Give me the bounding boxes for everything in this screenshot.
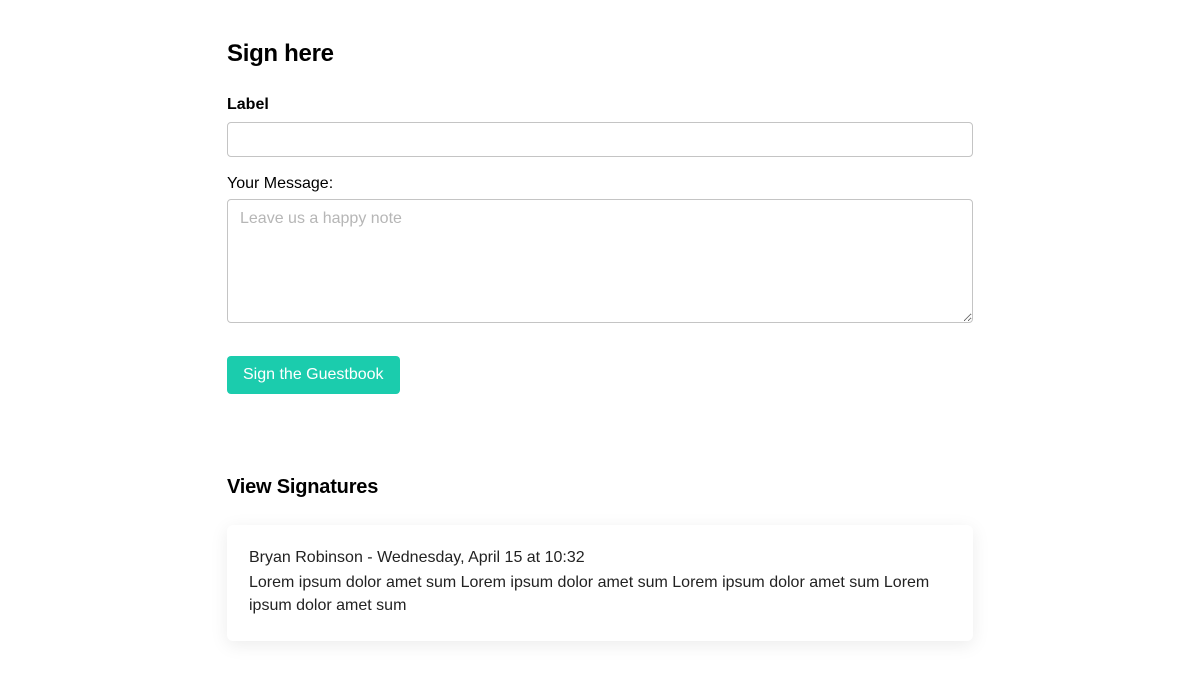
view-signatures-heading: View Signatures [227, 476, 973, 499]
name-input[interactable] [227, 122, 973, 157]
signatures-section: View Signatures Bryan Robinson - Wednesd… [227, 476, 973, 641]
signature-body: Lorem ipsum dolor amet sum Lorem ipsum d… [249, 571, 951, 617]
message-textarea[interactable] [227, 199, 973, 323]
sign-guestbook-button[interactable]: Sign the Guestbook [227, 356, 400, 394]
message-label: Your Message: [227, 175, 973, 193]
signature-meta: Bryan Robinson - Wednesday, April 15 at … [249, 549, 951, 567]
message-field-group: Your Message: [227, 175, 973, 328]
name-label: Label [227, 96, 973, 114]
sign-here-heading: Sign here [227, 40, 973, 68]
name-field-group: Label [227, 96, 973, 157]
signature-card: Bryan Robinson - Wednesday, April 15 at … [227, 525, 973, 641]
